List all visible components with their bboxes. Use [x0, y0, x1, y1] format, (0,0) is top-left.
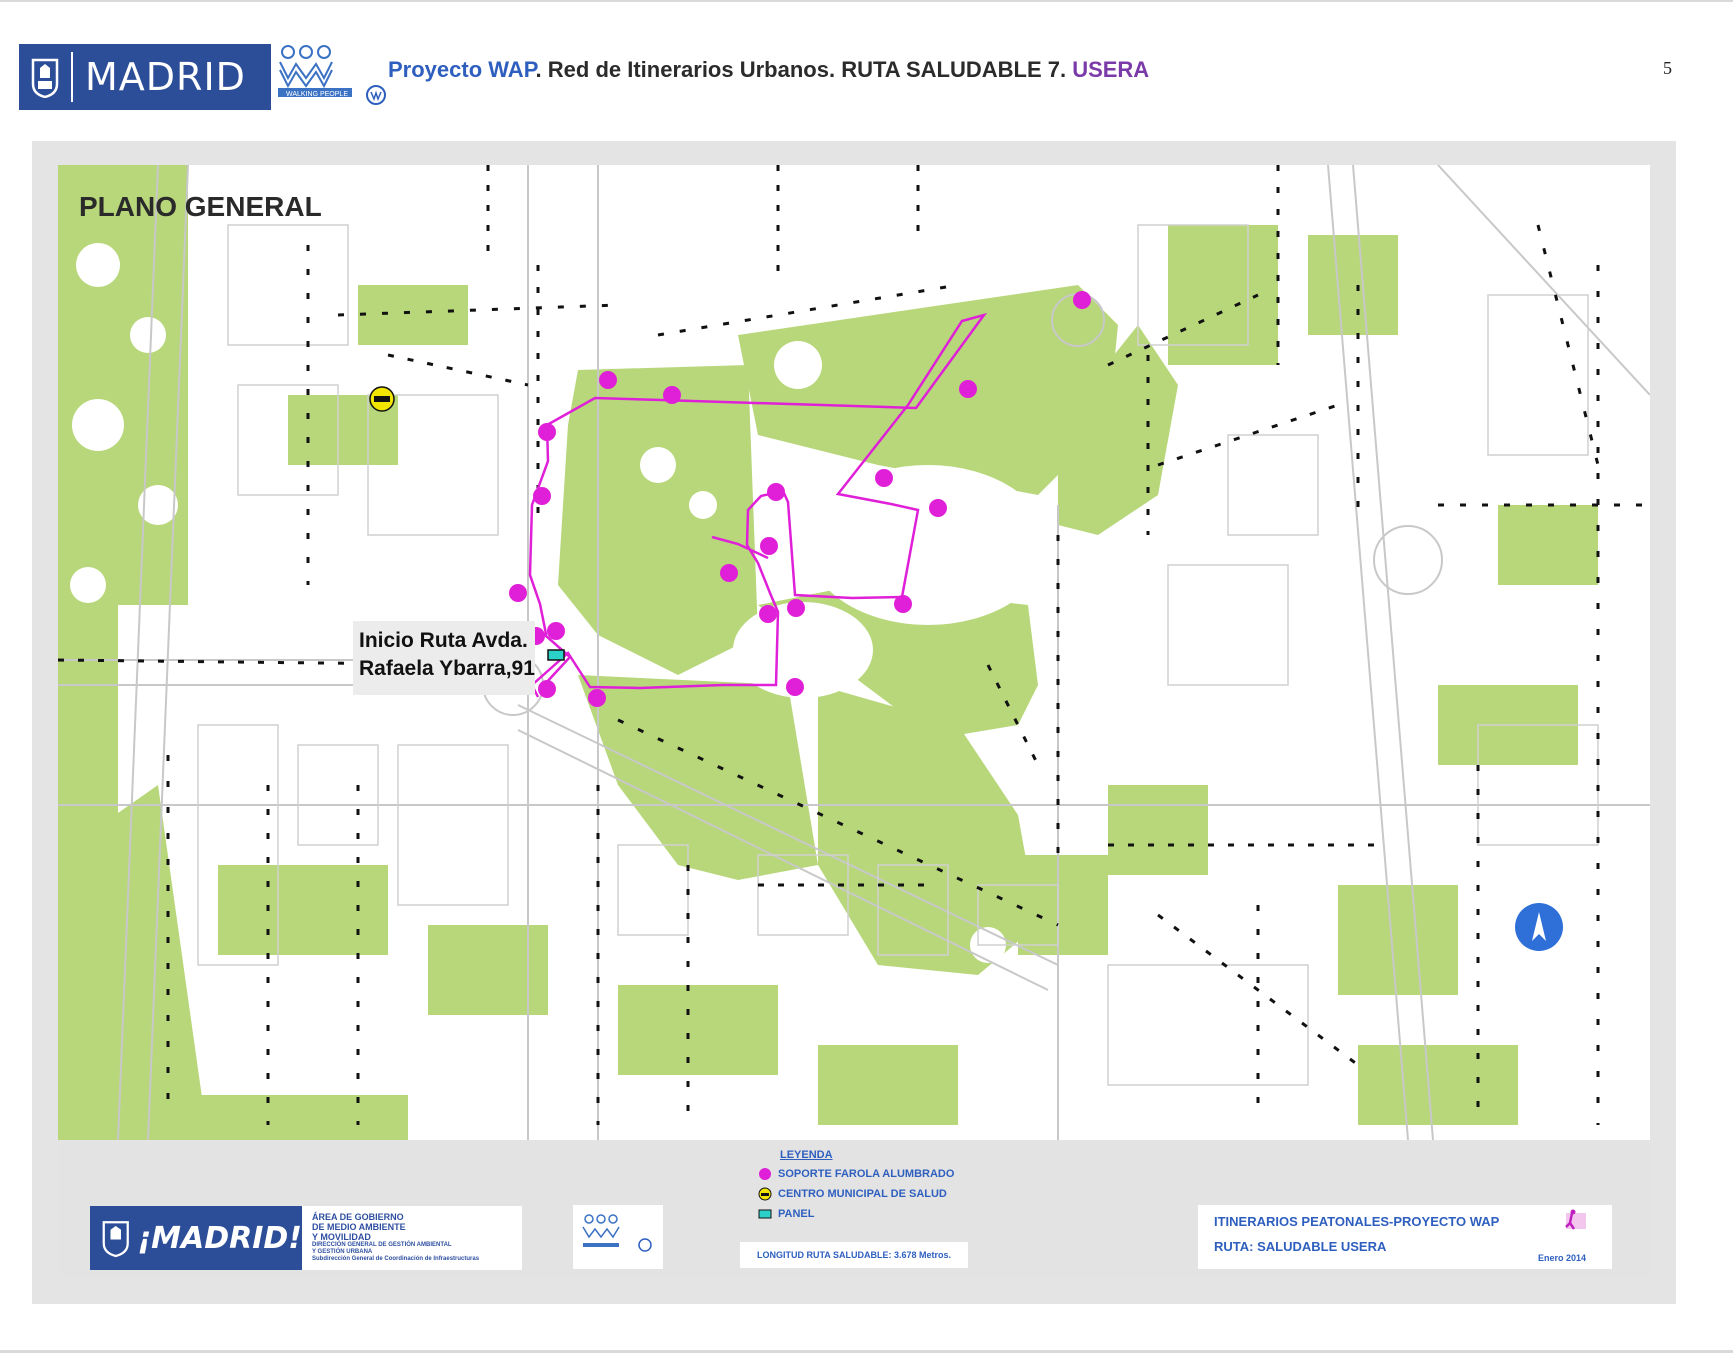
dept-line3: Y MOVILIDAD [312, 1232, 371, 1242]
start-label-line2: Rafaela Ybarra,91 [359, 657, 535, 680]
map-base [58, 165, 1650, 1140]
panel-marker[interactable] [547, 649, 565, 661]
madrid-logo-text: MADRID [85, 55, 246, 99]
start-label-line1: Inicio Ruta Avda. [359, 629, 528, 652]
madrid-logo: MADRID [19, 44, 271, 110]
route-length: LONGITUD RUTA SALUDABLE: 3.678 Metros. [756, 1250, 951, 1260]
header-title: Proyecto WAP. Red de Itinerarios Urbanos… [388, 57, 1149, 83]
health-centre-marker[interactable] [369, 386, 395, 412]
title-project: Proyecto WAP [388, 57, 536, 82]
dept-line4: DIRECCIÓN GENERAL DE GESTIÓN AMBIENTAL [312, 1242, 452, 1248]
north-arrow-icon [1515, 903, 1563, 951]
madrid-shield-icon [19, 44, 71, 110]
dept-line1: ÁREA DE GOBIERNO [312, 1212, 404, 1222]
footer-brand-block: ¡MADRID! [90, 1206, 302, 1270]
dept-line6: Subdirección General de Coordinación de … [312, 1256, 480, 1262]
legend-label: SOPORTE FAROLA ALUMBRADO [778, 1168, 955, 1180]
itinerary-title: ITINERARIOS PEATONALES-PROYECTO WAP [1214, 1214, 1500, 1229]
walker-icon [1565, 1209, 1586, 1230]
wap-caption: WALKING PEOPLE [286, 91, 348, 98]
footer-shield-icon [102, 1221, 129, 1258]
title-route: RUTA SALUDABLE 7. [841, 57, 1073, 82]
dept-line2: DE MEDIO AMBIENTE [312, 1222, 406, 1232]
map-title: PLANO GENERAL [79, 191, 322, 222]
footer-wap-logo [573, 1205, 663, 1269]
health-centre-icon [758, 1187, 772, 1201]
route-map[interactable]: PLANO GENERAL Inicio Ruta Avda. Rafaela … [58, 165, 1650, 1140]
page-number: 5 [1663, 58, 1672, 78]
footer-madrid-logo: ¡MADRID! ÁREA DE GOBIERNO DE MEDIO AMBIE… [90, 1206, 522, 1270]
title-district: USERA [1072, 57, 1150, 82]
route-name: RUTA: SALUDABLE USERA [1214, 1239, 1387, 1254]
legend-title: LEYENDA [780, 1149, 833, 1161]
logo-separator [71, 52, 73, 102]
title-block: ITINERARIOS PEATONALES-PROYECTO WAP RUTA… [1198, 1205, 1612, 1269]
dept-line5: Y GESTIÓN URBANA [312, 1249, 373, 1255]
route-length-box: LONGITUD RUTA SALUDABLE: 3.678 Metros. [740, 1242, 968, 1268]
legend-item-health-centre: CENTRO MUNICIPAL DE SALUD [758, 1186, 947, 1202]
route-start-label: Inicio Ruta Avda. Rafaela Ybarra,91 [353, 621, 535, 695]
top-rule [0, 0, 1733, 2]
farola-icon [759, 1168, 771, 1180]
wap-logo: WALKING PEOPLE [276, 42, 394, 108]
legend-item-farola: SOPORTE FAROLA ALUMBRADO [758, 1166, 954, 1182]
legend-item-panel: PANEL [758, 1206, 814, 1222]
legend-label: PANEL [778, 1208, 815, 1220]
panel-icon [758, 1209, 772, 1219]
title-mid: . Red de Itinerarios Urbanos. [535, 57, 842, 82]
plan-date: Enero 2014 [1538, 1253, 1587, 1263]
department-text: ÁREA DE GOBIERNO DE MEDIO AMBIENTE Y MOV… [312, 1212, 479, 1263]
legend-label: CENTRO MUNICIPAL DE SALUD [778, 1188, 947, 1200]
footer-brand: ¡MADRID! [137, 1220, 302, 1256]
